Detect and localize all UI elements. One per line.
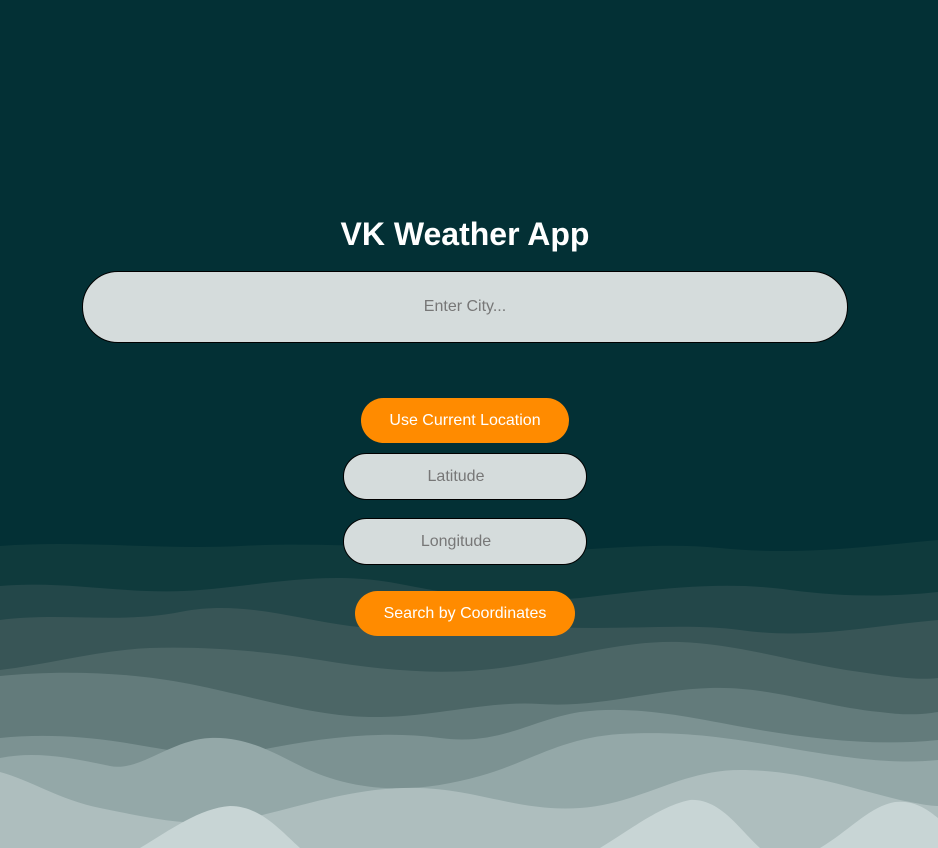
use-current-location-button[interactable]: Use Current Location	[361, 398, 569, 443]
weather-app-page: VK Weather App Use Current Location Sear…	[0, 0, 938, 848]
city-search-input[interactable]	[82, 271, 848, 343]
app-content: VK Weather App Use Current Location Sear…	[0, 0, 938, 848]
search-by-coordinates-button[interactable]: Search by Coordinates	[355, 591, 575, 636]
page-title: VK Weather App	[340, 216, 590, 252]
longitude-input[interactable]	[343, 518, 587, 565]
latitude-input[interactable]	[343, 453, 587, 500]
